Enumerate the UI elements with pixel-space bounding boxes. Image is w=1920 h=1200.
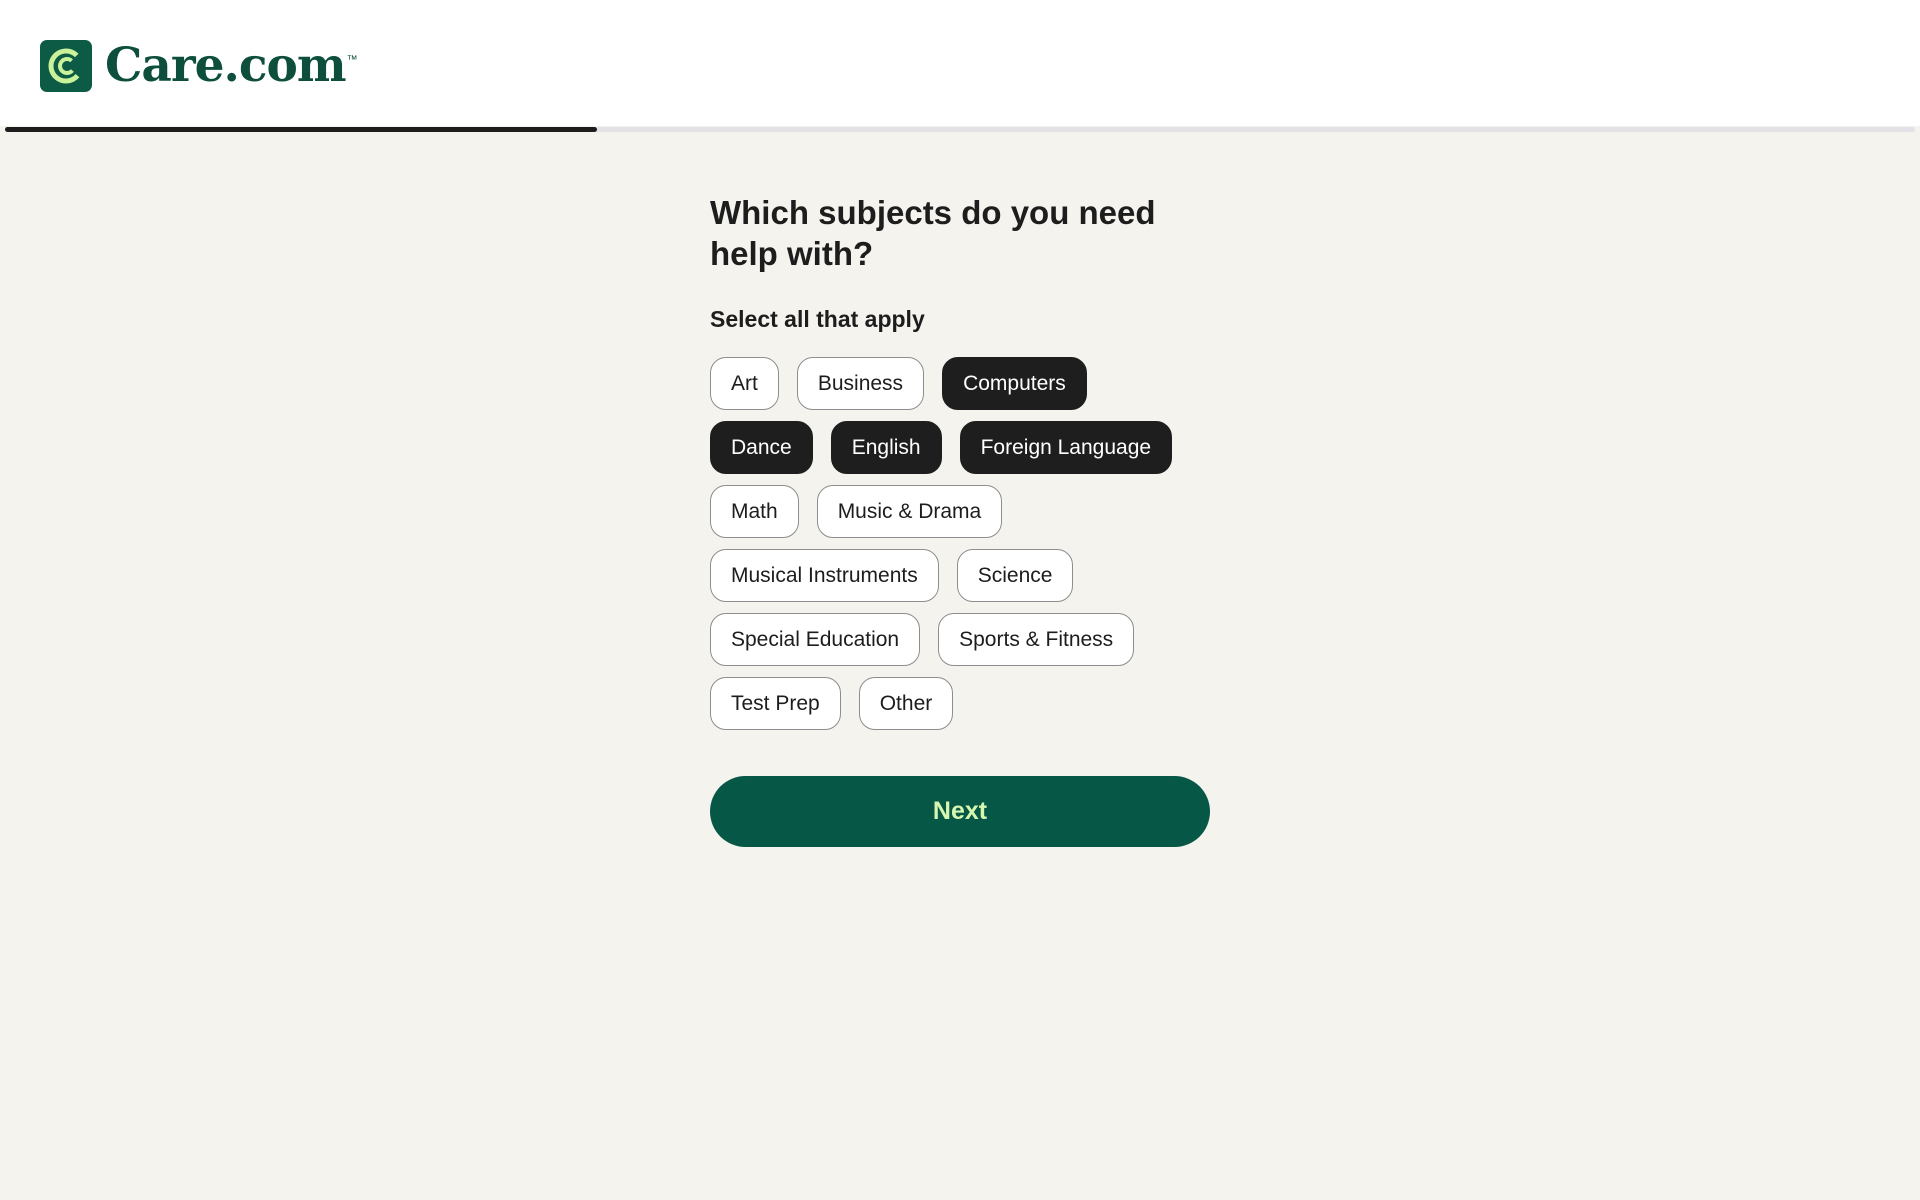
subject-chip-computers[interactable]: Computers [942, 357, 1087, 410]
subject-row: Art Business Computers [710, 357, 1210, 410]
care-logo[interactable]: Care.com ™ [40, 40, 358, 92]
subject-chip-math[interactable]: Math [710, 485, 799, 538]
subject-options: Art Business Computers Dance English Foreign … [710, 357, 1210, 730]
question-hint: Select all that apply [710, 306, 925, 332]
trademark-symbol: ™ [346, 54, 358, 66]
subject-chip-other[interactable]: Other [858, 677, 954, 730]
subject-chip-music-and-drama[interactable]: Music & Drama [816, 485, 1003, 538]
subject-row: Special Education Sports & Fitness [710, 613, 1210, 666]
header: Care.com ™ [0, 0, 1920, 126]
brand-name: Care.com [105, 38, 347, 93]
question-title: Which subjects do you need help with? [710, 194, 1156, 272]
care-logo-icon [40, 40, 92, 92]
subject-row: Math Music & Drama [710, 485, 1210, 538]
progress-bar-fill [5, 127, 598, 132]
subject-chip-special-education[interactable]: Special Education [710, 613, 921, 666]
subject-chip-foreign-language[interactable]: Foreign Language [959, 421, 1173, 474]
subject-row: Test Prep Other [710, 677, 1210, 730]
subject-chip-business[interactable]: Business [796, 357, 925, 410]
question-panel: Which subjects do you need help with? Se… [710, 192, 1210, 847]
subject-chip-sports-and-fitness[interactable]: Sports & Fitness [938, 613, 1135, 666]
subject-row: Dance English Foreign Language [710, 421, 1210, 474]
next-button[interactable]: Next [710, 776, 1210, 847]
subject-chip-english[interactable]: English [830, 421, 942, 474]
subject-chip-dance[interactable]: Dance [710, 421, 813, 474]
subject-chip-art[interactable]: Art [710, 357, 779, 410]
subject-row: Musical Instruments Science [710, 549, 1210, 602]
subject-chip-musical-instruments[interactable]: Musical Instruments [710, 549, 939, 602]
progress-bar [5, 127, 1915, 132]
subject-chip-science[interactable]: Science [956, 549, 1074, 602]
subject-chip-test-prep[interactable]: Test Prep [710, 677, 841, 730]
